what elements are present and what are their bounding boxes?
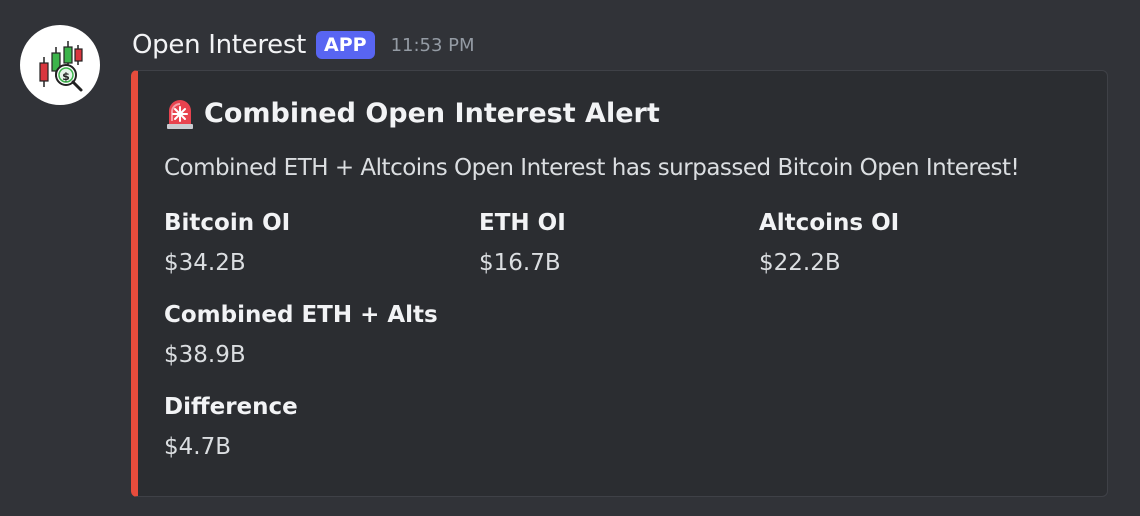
field-value: $34.2B: [164, 250, 246, 276]
field-name: Altcoins OI: [759, 210, 900, 236]
field-value: $22.2B: [759, 250, 841, 276]
field-name: Difference: [164, 394, 298, 420]
field-value: $16.7B: [479, 250, 561, 276]
field-name: Combined ETH + Alts: [164, 302, 438, 328]
field-combined-eth-alts: Combined ETH + Alts $38.9B: [164, 299, 438, 371]
embed-title-text: Combined Open Interest Alert: [204, 97, 660, 129]
timestamp[interactable]: 11:53 PM: [391, 35, 475, 56]
app-badge: APP: [316, 31, 375, 59]
embed-description: Combined ETH + Altcoins Open Interest ha…: [164, 155, 1020, 181]
embed-title: Combined Open Interest Alert: [162, 95, 660, 131]
field-name: Bitcoin OI: [164, 210, 291, 236]
field-altcoins-oi: Altcoins OI $22.2B: [759, 207, 899, 279]
police-siren-icon: [162, 95, 198, 131]
chat-message: $ Open Interest APP 11:53 PM Combined Op…: [0, 0, 1140, 516]
field-value: $38.9B: [164, 342, 246, 368]
message-header: Open Interest APP 11:53 PM: [132, 27, 475, 63]
field-difference: Difference $4.7B: [164, 391, 298, 463]
avatar[interactable]: $: [20, 25, 100, 105]
alert-embed: Combined Open Interest Alert Combined ET…: [131, 70, 1108, 497]
field-bitcoin-oi: Bitcoin OI $34.2B: [164, 207, 290, 279]
field-value: $4.7B: [164, 434, 231, 460]
field-name: ETH OI: [479, 210, 566, 236]
svg-text:$: $: [62, 70, 70, 83]
field-eth-oi: ETH OI $16.7B: [479, 207, 566, 279]
username[interactable]: Open Interest: [132, 30, 306, 60]
candlestick-chart-magnifier-icon: $: [39, 41, 83, 92]
